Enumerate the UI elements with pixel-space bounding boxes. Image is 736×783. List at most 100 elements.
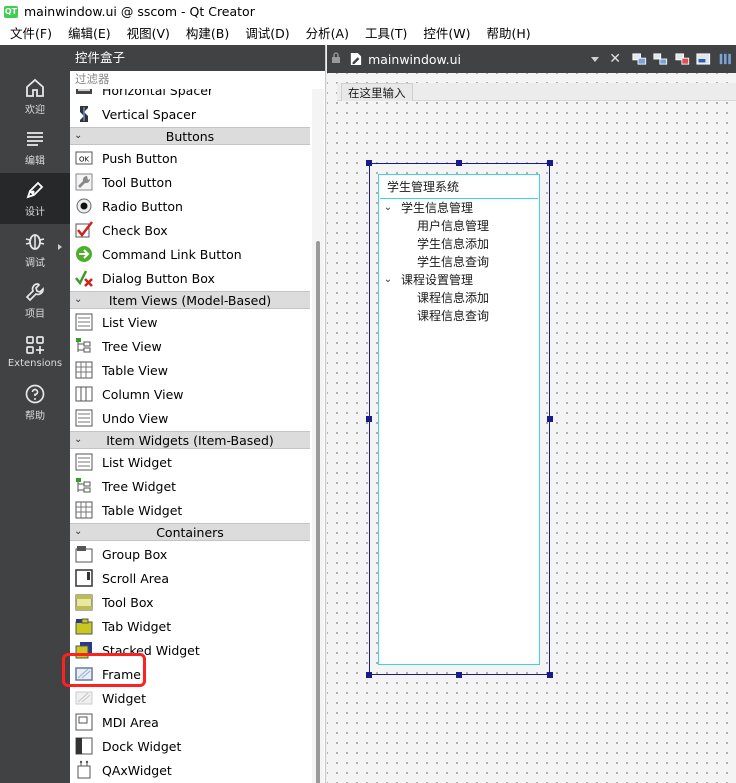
widget-item-table-view[interactable]: Table View bbox=[70, 358, 310, 382]
widget-item-dialog-button-box[interactable]: Dialog Button Box bbox=[70, 266, 310, 290]
category-header-item-widgets-item-based[interactable]: ⌄ Item Widgets (Item-Based) bbox=[70, 431, 310, 449]
widget-item-group-box[interactable]: Group Box bbox=[70, 542, 310, 566]
mode-extensions[interactable]: Extensions bbox=[0, 326, 70, 377]
edit-widgets-icon[interactable] bbox=[632, 51, 647, 67]
edit-buddies-icon[interactable] bbox=[675, 51, 690, 67]
filter-input[interactable]: 过滤器 bbox=[70, 71, 325, 89]
widget-item-label: Group Box bbox=[102, 546, 168, 562]
mode-selector-top bbox=[0, 45, 70, 71]
chevron-down-icon[interactable]: ⌄ bbox=[74, 294, 82, 305]
widget-item-vertical-spacer[interactable]: Vertical Spacer bbox=[70, 102, 310, 126]
layout-horizontal-icon[interactable] bbox=[718, 51, 733, 67]
widget-item-undo-view[interactable]: Undo View bbox=[70, 406, 310, 430]
tree-child-item[interactable]: 学生信息添加 bbox=[379, 235, 539, 253]
resize-handle[interactable] bbox=[456, 160, 462, 166]
tree-parent-item[interactable]: ⌄ 课程设置管理 bbox=[379, 271, 539, 289]
tree-child-item[interactable]: 课程信息查询 bbox=[379, 307, 539, 325]
tree-view-icon bbox=[74, 336, 94, 356]
menu-item[interactable]: 分析(A) bbox=[298, 23, 357, 45]
tree-parent-item[interactable]: ⌄ 学生信息管理 bbox=[379, 199, 539, 217]
close-icon[interactable]: ✕ bbox=[609, 51, 621, 67]
debug-bug-icon bbox=[25, 234, 45, 250]
category-header-containers[interactable]: ⌄ Containers bbox=[70, 523, 310, 541]
list-view-icon bbox=[74, 312, 94, 332]
resize-handle[interactable] bbox=[366, 160, 372, 166]
mode-label: 项目 bbox=[25, 309, 45, 320]
mode-label: 调试 bbox=[25, 258, 45, 269]
widget-item-list-view[interactable]: List View bbox=[70, 310, 310, 334]
resize-handle[interactable] bbox=[456, 672, 462, 678]
widget-item-mdi-area[interactable]: MDI Area bbox=[70, 710, 310, 734]
menu-item[interactable]: 文件(F) bbox=[2, 23, 60, 45]
widget-item-tab-widget[interactable]: Tab Widget bbox=[70, 614, 310, 638]
chevron-down-icon[interactable]: ⌄ bbox=[74, 130, 82, 141]
edit-tab-order-icon[interactable] bbox=[696, 51, 711, 67]
chevron-down-icon[interactable]: ⌄ bbox=[74, 526, 82, 537]
menu-bar: 文件(F) 编辑(E) 视图(V) 构建(B) 调试(D) 分析(A) 工具(T) 控件(W)… bbox=[0, 23, 736, 45]
scrollbar-thumb[interactable] bbox=[316, 241, 320, 783]
type-here-menu-item[interactable]: 在这里输入 bbox=[341, 83, 413, 101]
frame-highlight-box bbox=[62, 653, 146, 687]
tree-child-item[interactable]: 学生信息查询 bbox=[379, 253, 539, 271]
widget-item-label: Tab Widget bbox=[102, 618, 172, 634]
widget-item-column-view[interactable]: Column View bbox=[70, 382, 310, 406]
widget-item-tree-view[interactable]: Tree View bbox=[70, 334, 310, 358]
resize-handle[interactable] bbox=[547, 416, 553, 422]
widget-item-label: Table View bbox=[102, 362, 168, 378]
mode-edit[interactable]: 编辑 bbox=[0, 122, 70, 173]
category-header-buttons[interactable]: ⌄ Buttons bbox=[70, 127, 310, 145]
chevron-down-icon[interactable]: ⌄ bbox=[74, 434, 82, 445]
widget-item-tool-button[interactable]: Tool Button bbox=[70, 170, 310, 194]
widget-item-horizontal-spacer[interactable]: Horizontal Spacer bbox=[70, 89, 310, 102]
widget-item-dock-widget[interactable]: Dock Widget bbox=[70, 734, 310, 758]
chevron-down-icon[interactable]: ⌄ bbox=[381, 199, 395, 217]
mode-projects[interactable]: 项目 bbox=[0, 275, 70, 326]
mode-label: 编辑 bbox=[25, 156, 45, 167]
title-bar: QT mainwindow.ui @ sscom - Qt Creator bbox=[0, 0, 736, 23]
widget-item-command-link-button[interactable]: Command Link Button bbox=[70, 242, 310, 266]
chevron-down-icon[interactable]: ⌄ bbox=[381, 271, 395, 289]
resize-handle[interactable] bbox=[547, 672, 553, 678]
widget-item-check-box[interactable]: Check Box bbox=[70, 218, 310, 242]
mode-debug[interactable]: 调试 bbox=[0, 224, 70, 275]
widget-item-widget[interactable]: Widget bbox=[70, 686, 310, 710]
menu-item[interactable]: 构建(B) bbox=[178, 23, 237, 45]
ui-file-icon bbox=[350, 53, 362, 65]
widget-item-push-button[interactable]: OK Push Button bbox=[70, 146, 310, 170]
tree-child-item[interactable]: 用户信息管理 bbox=[379, 217, 539, 235]
tree-child-item[interactable]: 课程信息添加 bbox=[379, 289, 539, 307]
mode-welcome[interactable]: 欢迎 bbox=[0, 71, 70, 122]
wrench-icon bbox=[25, 283, 44, 302]
tree-widget[interactable]: 学生管理系统 ⌄ 学生信息管理 用户信息管理 学生信息添加学生信息查询 ⌄ 课程设置管理课… bbox=[378, 174, 540, 665]
widget-item-radio-button[interactable]: Radio Button bbox=[70, 194, 310, 218]
file-dropdown-icon[interactable] bbox=[591, 56, 600, 62]
mode-help[interactable]: 帮助 bbox=[0, 377, 70, 428]
menu-item[interactable]: 控件(W) bbox=[415, 23, 478, 45]
widget-item-tree-widget[interactable]: Tree Widget bbox=[70, 474, 310, 498]
widget-item-qaxwidget[interactable]: QAxWidget bbox=[70, 758, 310, 782]
widget-item-label: Tree Widget bbox=[102, 478, 177, 494]
widget-item-label: Table Widget bbox=[102, 502, 183, 518]
resize-handle[interactable] bbox=[547, 160, 553, 166]
widget-list-scrollbar[interactable] bbox=[312, 89, 324, 783]
tree-header[interactable]: 学生管理系统 bbox=[380, 175, 538, 199]
menu-item[interactable]: 视图(V) bbox=[119, 23, 178, 45]
menu-item[interactable]: 帮助(H) bbox=[478, 23, 538, 45]
widget-item-list-widget[interactable]: List Widget bbox=[70, 450, 310, 474]
resize-handle[interactable] bbox=[366, 672, 372, 678]
tool-box-icon bbox=[74, 592, 94, 612]
menu-item[interactable]: 编辑(E) bbox=[60, 23, 119, 45]
category-header-item-views-model-based[interactable]: ⌄ Item Views (Model-Based) bbox=[70, 291, 310, 309]
widget-item-label: Column View bbox=[102, 386, 184, 402]
open-file-name[interactable]: mainwindow.ui bbox=[368, 52, 539, 67]
widget-item-table-widget[interactable]: Table Widget bbox=[70, 498, 310, 522]
widget-item-scroll-area[interactable]: Scroll Area bbox=[70, 566, 310, 590]
menu-item[interactable]: 调试(D) bbox=[237, 23, 297, 45]
widget-item-tool-box[interactable]: Tool Box bbox=[70, 590, 310, 614]
widget-item-label: Tree View bbox=[102, 338, 162, 354]
tree-item-label: 学生信息查询 bbox=[417, 255, 490, 269]
mode-design[interactable]: 设计 bbox=[0, 173, 70, 224]
menu-item[interactable]: 工具(T) bbox=[357, 23, 415, 45]
resize-handle[interactable] bbox=[366, 416, 372, 422]
edit-signals-slots-icon[interactable] bbox=[653, 51, 668, 67]
